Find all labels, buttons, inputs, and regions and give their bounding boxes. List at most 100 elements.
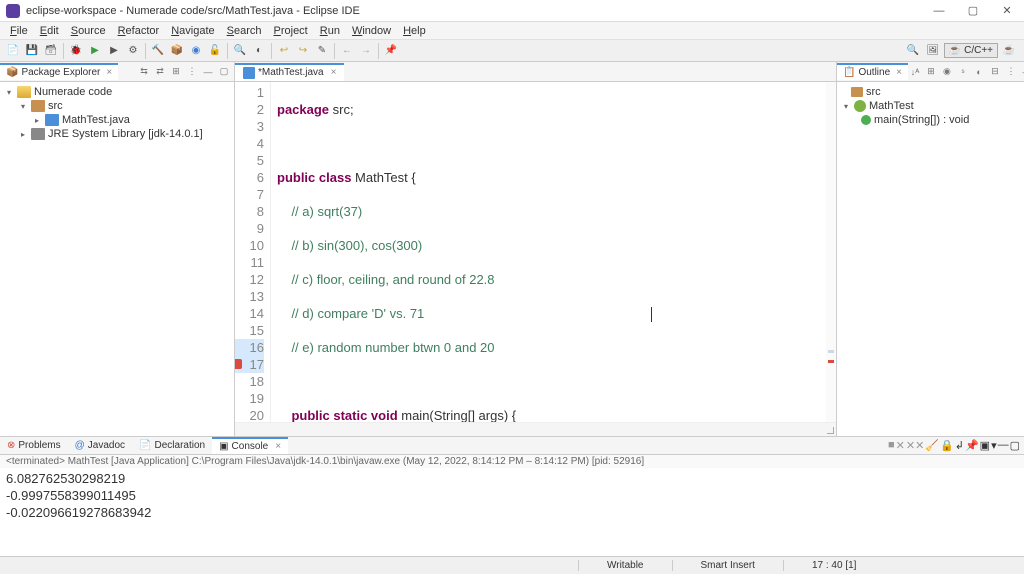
- output-line: -0.9997558399011495: [6, 487, 1018, 504]
- remove-all-icon[interactable]: ✕✕: [906, 439, 924, 452]
- back-icon[interactable]: ←: [338, 42, 356, 60]
- forward-icon[interactable]: →: [357, 42, 375, 60]
- menu-help[interactable]: Help: [397, 25, 432, 37]
- java-file-icon: [45, 114, 59, 126]
- minimize-view-icon[interactable]: —: [201, 65, 215, 79]
- menu-refactor[interactable]: Refactor: [112, 25, 166, 37]
- hide-static-icon[interactable]: ˢ: [956, 65, 970, 79]
- annotation-prev-icon[interactable]: ↩: [275, 42, 293, 60]
- tree-project[interactable]: ▾ Numerade code: [0, 85, 234, 99]
- quick-access-icon[interactable]: 🔍: [904, 42, 922, 60]
- file-label: MathTest.java: [62, 114, 130, 126]
- menu-search[interactable]: Search: [221, 25, 268, 37]
- tab-problems[interactable]: ⊗Problems: [0, 438, 68, 453]
- horizontal-scrollbar[interactable]: [235, 422, 836, 436]
- menu-edit[interactable]: Edit: [34, 25, 65, 37]
- twisty-icon[interactable]: ▾: [841, 101, 851, 111]
- editor-tab-mathtest[interactable]: *MathTest.java ×: [235, 63, 344, 81]
- close-tab-icon[interactable]: ×: [275, 441, 281, 452]
- pin-icon[interactable]: 📌: [382, 42, 400, 60]
- tree-jre[interactable]: ▸ JRE System Library [jdk-14.0.1]: [0, 127, 234, 141]
- new-package-icon[interactable]: 📦: [168, 42, 186, 60]
- outline-class-label: MathTest: [869, 100, 914, 112]
- menu-file[interactable]: File: [4, 25, 34, 37]
- maximize-view-icon[interactable]: ▢: [1010, 439, 1020, 452]
- word-wrap-icon[interactable]: ↲: [955, 439, 964, 452]
- tab-console[interactable]: ▣Console×: [212, 437, 288, 454]
- view-menu-icon[interactable]: ⋮: [185, 65, 199, 79]
- pin-console-icon[interactable]: 📌: [965, 439, 979, 452]
- open-type-icon[interactable]: 🔓: [206, 42, 224, 60]
- open-console-icon[interactable]: ▾: [991, 439, 997, 452]
- focus-icon[interactable]: ⊞: [169, 65, 183, 79]
- outline-tab: 📋 Outline × ↓ᴬ ⊞ ◉ ˢ ◐ ⊟ ⋮ — ▢: [837, 62, 1024, 82]
- last-edit-icon[interactable]: ✎: [313, 42, 331, 60]
- outline-class[interactable]: ▾ MathTest: [837, 99, 1024, 113]
- status-writable: Writable: [578, 560, 672, 571]
- save-icon[interactable]: 💾: [23, 42, 41, 60]
- minimize-view-icon[interactable]: —: [1020, 65, 1024, 79]
- menu-project[interactable]: Project: [268, 25, 314, 37]
- package-explorer-tab-label[interactable]: 📦 Package Explorer ×: [0, 63, 118, 80]
- search-icon[interactable]: 🔍: [231, 42, 249, 60]
- link-editor-icon[interactable]: ⇄: [153, 65, 167, 79]
- tree-file[interactable]: ▸ MathTest.java: [0, 113, 234, 127]
- close-tab-icon[interactable]: ×: [331, 67, 337, 78]
- hide-non-public-icon[interactable]: ◐: [972, 65, 986, 79]
- outline-method[interactable]: main(String[]) : void: [837, 113, 1024, 127]
- source-area[interactable]: package src; public class MathTest { // …: [271, 82, 836, 422]
- code-editor[interactable]: 1234 5678 9101112 13141516 17181920 pack…: [235, 82, 836, 422]
- toggle-icon[interactable]: ◐: [250, 42, 268, 60]
- main-toolbar: 📄 💾 🗃 🐞 ▶ ▶ ⚙ 🔨 📦 ◉ 🔓 🔍 ◐ ↩ ↪ ✎ ← → 📌 🔍 …: [0, 40, 1024, 62]
- menu-navigate[interactable]: Navigate: [165, 25, 220, 37]
- outline-title: Outline: [858, 67, 890, 78]
- tab-declaration[interactable]: 📄Declaration: [132, 438, 212, 453]
- run-icon[interactable]: ▶: [86, 42, 104, 60]
- overview-ruler[interactable]: [826, 82, 836, 422]
- maximize-button[interactable]: ▢: [956, 0, 990, 22]
- outline-tab-label[interactable]: 📋 Outline ×: [837, 63, 908, 80]
- twisty-icon[interactable]: ▾: [4, 87, 14, 97]
- new-icon[interactable]: 📄: [4, 42, 22, 60]
- close-view-icon[interactable]: ×: [106, 67, 112, 78]
- build-icon[interactable]: 🔨: [149, 42, 167, 60]
- debug-icon[interactable]: 🐞: [67, 42, 85, 60]
- minimize-button[interactable]: —: [922, 0, 956, 22]
- open-persp-icon[interactable]: 🖼: [924, 42, 942, 60]
- tree-src[interactable]: ▾ src: [0, 99, 234, 113]
- twisty-icon[interactable]: ▾: [18, 101, 28, 111]
- menu-source[interactable]: Source: [65, 25, 112, 37]
- hide-local-icon[interactable]: ⊟: [988, 65, 1002, 79]
- remove-launch-icon[interactable]: ✕: [896, 439, 905, 452]
- terminate-icon[interactable]: ■: [888, 439, 895, 452]
- perspective-cpp[interactable]: ☕ C/C++: [944, 43, 998, 58]
- coverage-icon[interactable]: ▶: [105, 42, 123, 60]
- menu-bar: File Edit Source Refactor Navigate Searc…: [0, 22, 1024, 40]
- ext-tools-icon[interactable]: ⚙: [124, 42, 142, 60]
- view-menu-icon[interactable]: ⋮: [1004, 65, 1018, 79]
- outline-package[interactable]: src: [837, 85, 1024, 99]
- maximize-view-icon[interactable]: ▢: [217, 65, 231, 79]
- filter-icon[interactable]: ⊞: [924, 65, 938, 79]
- tab-javadoc[interactable]: @Javadoc: [68, 438, 132, 453]
- close-button[interactable]: ✕: [990, 0, 1024, 22]
- minimize-view-icon[interactable]: —: [998, 439, 1009, 452]
- new-class-icon[interactable]: ◉: [187, 42, 205, 60]
- clear-console-icon[interactable]: 🧹: [925, 439, 939, 452]
- scroll-lock-icon[interactable]: 🔒: [940, 439, 954, 452]
- menu-window[interactable]: Window: [346, 25, 397, 37]
- persp-java-icon[interactable]: ☕: [1000, 42, 1018, 60]
- menu-run[interactable]: Run: [314, 25, 346, 37]
- console-output[interactable]: 6.082762530298219 -0.9997558399011495 -0…: [0, 468, 1024, 556]
- annotation-next-icon[interactable]: ↪: [294, 42, 312, 60]
- collapse-icon[interactable]: ⇆: [137, 65, 151, 79]
- line-gutter[interactable]: 1234 5678 9101112 13141516 17181920: [235, 82, 271, 422]
- save-all-icon[interactable]: 🗃: [42, 42, 60, 60]
- package-explorer-tab: 📦 Package Explorer × ⇆ ⇄ ⊞ ⋮ — ▢: [0, 62, 234, 82]
- twisty-icon[interactable]: ▸: [32, 115, 42, 125]
- twisty-icon[interactable]: ▸: [18, 129, 28, 139]
- hide-fields-icon[interactable]: ◉: [940, 65, 954, 79]
- sort-icon[interactable]: ↓ᴬ: [908, 65, 922, 79]
- close-view-icon[interactable]: ×: [896, 67, 902, 78]
- display-console-icon[interactable]: ▣: [980, 439, 990, 452]
